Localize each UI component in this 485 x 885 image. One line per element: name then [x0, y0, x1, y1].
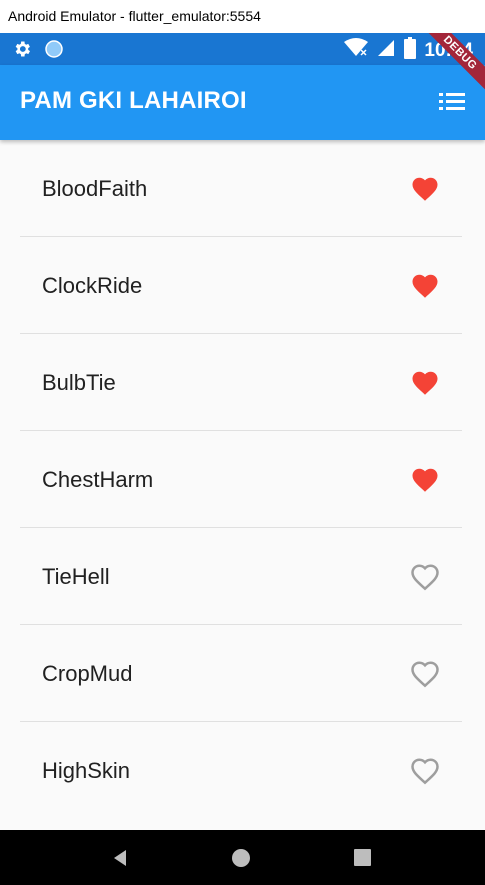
heart-filled-icon[interactable]	[410, 368, 440, 398]
nav-bar	[0, 830, 485, 885]
battery-icon	[404, 37, 417, 65]
list-item[interactable]: CropMud	[20, 625, 462, 722]
app-bar: PAM GKI LAHAIROI	[0, 65, 485, 140]
back-button[interactable]	[112, 849, 128, 872]
heart-filled-icon[interactable]	[410, 465, 440, 495]
list-item-label: BloodFaith	[42, 176, 148, 201]
app-title: PAM GKI LAHAIROI	[20, 87, 247, 114]
status-left	[12, 39, 64, 64]
circle-icon	[44, 39, 64, 64]
heart-filled-icon[interactable]	[410, 271, 440, 301]
heart-outline-icon[interactable]	[410, 659, 440, 689]
word-list: BloodFaith ClockRide BulbTie ChestHarm TieHe…	[20, 140, 462, 819]
home-button[interactable]	[231, 848, 251, 873]
list-item[interactable]: BulbTie	[20, 334, 462, 431]
window-title: Android Emulator - flutter_emulator:5554	[0, 0, 485, 33]
list-item-label: HighSkin	[42, 758, 131, 783]
signal-icon	[376, 38, 396, 64]
list-item[interactable]: HighSkin	[20, 722, 462, 819]
list-item-label: BulbTie	[42, 370, 116, 395]
status-bar: 10:04	[0, 33, 485, 65]
heart-outline-icon[interactable]	[410, 756, 440, 786]
wifi-icon	[344, 38, 369, 64]
settings-icon	[12, 39, 32, 64]
list-item[interactable]: BloodFaith	[20, 140, 462, 237]
home-icon	[232, 849, 250, 867]
list-item[interactable]: ChestHarm	[20, 431, 462, 528]
list-item[interactable]: ClockRide	[20, 237, 462, 334]
phone-screen: 10:04 DEBUG PAM GKI LAHAIROI BloodFaithC…	[0, 33, 485, 885]
list-item-label: ClockRide	[42, 273, 143, 298]
list-item-label: TieHell	[42, 564, 110, 589]
heart-outline-icon[interactable]	[410, 562, 440, 592]
list-item[interactable]: TieHell	[20, 528, 462, 625]
list-item-label: CropMud	[42, 661, 133, 686]
recents-button[interactable]	[354, 849, 371, 871]
recents-icon	[354, 849, 371, 866]
back-icon	[114, 850, 126, 866]
list-icon	[439, 93, 465, 110]
list-menu-button[interactable]	[439, 91, 465, 113]
heart-filled-icon[interactable]	[410, 174, 440, 204]
list-item-label: ChestHarm	[42, 467, 154, 492]
